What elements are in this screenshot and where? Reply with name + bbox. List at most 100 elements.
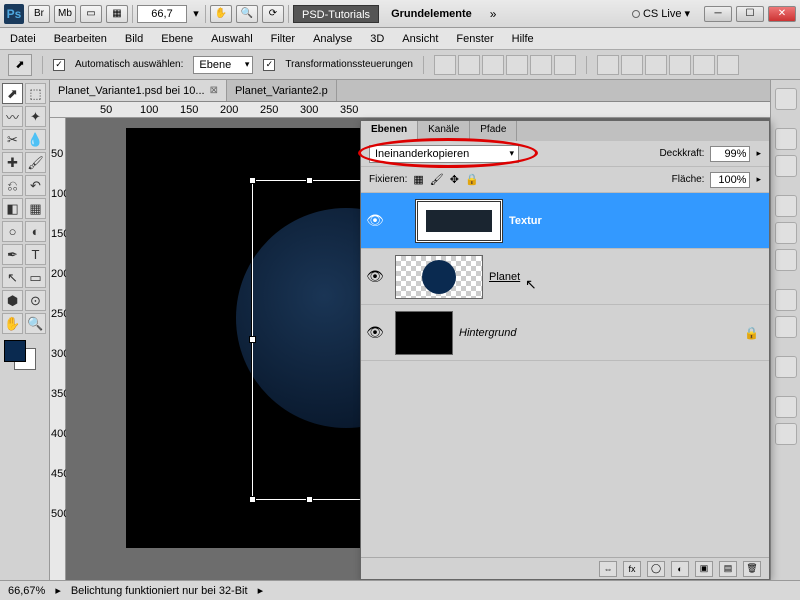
dodge-tool[interactable]: ◐	[25, 221, 46, 242]
layer-thumb[interactable]	[415, 199, 503, 243]
doc-tab-1[interactable]: Planet_Variante1.psd bei 10...⊠	[50, 80, 227, 101]
dock-icon[interactable]	[775, 396, 797, 418]
screen-mode-button[interactable]: ▭	[80, 5, 102, 23]
dock-icon[interactable]	[775, 195, 797, 217]
menu-file[interactable]: Datei	[10, 33, 36, 45]
zoom-field[interactable]: 66,7	[137, 5, 187, 23]
color-swatches[interactable]	[2, 340, 46, 370]
dist-btn[interactable]	[669, 55, 691, 75]
layer-row[interactable]: 👁 Planet	[361, 249, 769, 305]
close-tab-icon[interactable]: ⊠	[210, 85, 218, 96]
align-btn[interactable]	[506, 55, 528, 75]
menu-filter[interactable]: Filter	[271, 33, 295, 45]
status-zoom[interactable]: 66,67%	[8, 585, 45, 597]
blur-tool[interactable]: ○	[2, 221, 23, 242]
menu-layer[interactable]: Ebene	[161, 33, 193, 45]
menu-3d[interactable]: 3D	[370, 33, 384, 45]
group-icon[interactable]: ▣	[695, 561, 713, 577]
dist-btn[interactable]	[597, 55, 619, 75]
wand-tool[interactable]: ✦	[25, 106, 46, 127]
adjustment-icon[interactable]: ◐	[671, 561, 689, 577]
align-btn[interactable]	[434, 55, 456, 75]
layer-thumb[interactable]	[395, 255, 483, 299]
dock-icon[interactable]	[775, 222, 797, 244]
menu-view[interactable]: Ansicht	[402, 33, 438, 45]
workspace-preset[interactable]: PSD-Tutorials	[293, 5, 379, 23]
layer-name[interactable]: Textur	[509, 215, 542, 227]
opacity-field[interactable]: 99%	[710, 146, 750, 162]
layer-thumb[interactable]	[395, 311, 453, 355]
new-layer-icon[interactable]: ▤	[719, 561, 737, 577]
arrange-button[interactable]: ▦	[106, 5, 128, 23]
opacity-slider-icon[interactable]: ▸	[756, 148, 761, 159]
dock-icon[interactable]	[775, 155, 797, 177]
align-btn[interactable]	[554, 55, 576, 75]
eyedropper-tool[interactable]: 💧	[25, 129, 46, 150]
layer-name[interactable]: Planet	[489, 271, 520, 283]
fill-field[interactable]: 100%	[710, 172, 750, 188]
marquee-tool[interactable]: ⬚	[25, 83, 46, 104]
3d-camera-tool[interactable]: ⊙	[25, 290, 46, 311]
shape-tool[interactable]: ▭	[25, 267, 46, 288]
hand-tool-button[interactable]: ✋	[210, 5, 232, 23]
blend-mode-select[interactable]: Ineinanderkopieren	[369, 145, 519, 163]
menu-edit[interactable]: Bearbeiten	[54, 33, 107, 45]
maximize-button[interactable]: ☐	[736, 6, 764, 22]
minimize-button[interactable]: ─	[704, 6, 732, 22]
mask-icon[interactable]: ◯	[647, 561, 665, 577]
type-tool[interactable]: T	[25, 244, 46, 265]
visibility-icon[interactable]: 👁	[361, 268, 389, 285]
dock-icon[interactable]	[775, 289, 797, 311]
dist-btn[interactable]	[621, 55, 643, 75]
workspace-more[interactable]: »	[484, 7, 503, 21]
zoom-tool-button[interactable]: 🔍	[236, 5, 258, 23]
dock-icon[interactable]	[775, 128, 797, 150]
layer-name[interactable]: Hintergrund	[459, 327, 516, 339]
doc-tab-2[interactable]: Planet_Variante2.p	[227, 80, 337, 101]
cslive-label[interactable]: CS Live	[643, 8, 682, 20]
hand-tool[interactable]: ✋	[2, 313, 23, 334]
align-btn[interactable]	[530, 55, 552, 75]
dock-icon[interactable]	[775, 423, 797, 445]
visibility-icon[interactable]: 👁	[361, 212, 389, 229]
lock-position-icon[interactable]: ✥	[450, 173, 459, 186]
brush-tool[interactable]: 🖌	[25, 152, 46, 173]
layer-row[interactable]: 👁 Textur	[361, 193, 769, 249]
layer-row[interactable]: 👁 Hintergrund 🔒	[361, 305, 769, 361]
visibility-icon[interactable]: 👁	[361, 324, 389, 341]
transform-checkbox[interactable]: ✓	[263, 59, 275, 71]
gradient-tool[interactable]: ▦	[25, 198, 46, 219]
fg-color[interactable]	[4, 340, 26, 362]
stamp-tool[interactable]: ⎌	[2, 175, 23, 196]
auto-select-target[interactable]: Ebene	[193, 56, 253, 74]
tab-layers[interactable]: Ebenen	[361, 121, 418, 141]
zoom-dropdown[interactable]: ▾	[191, 7, 201, 20]
lasso-tool[interactable]: 〰	[2, 106, 23, 127]
move-tool[interactable]: ⬈	[2, 83, 23, 104]
dist-btn[interactable]	[717, 55, 739, 75]
pen-tool[interactable]: ✒	[2, 244, 23, 265]
bridge-button[interactable]: Br	[28, 5, 50, 23]
move-tool-indicator[interactable]: ⬈	[8, 54, 32, 76]
3d-tool[interactable]: ⬢	[2, 290, 23, 311]
tab-channels[interactable]: Kanäle	[418, 121, 470, 141]
lock-transparency-icon[interactable]: ▦	[413, 173, 423, 186]
menu-image[interactable]: Bild	[125, 33, 143, 45]
menu-analysis[interactable]: Analyse	[313, 33, 352, 45]
menu-window[interactable]: Fenster	[456, 33, 493, 45]
dock-icon[interactable]	[775, 249, 797, 271]
lock-pixels-icon[interactable]: 🖌	[430, 173, 444, 186]
history-brush-tool[interactable]: ↶	[25, 175, 46, 196]
align-btn[interactable]	[482, 55, 504, 75]
dock-icon[interactable]	[775, 356, 797, 378]
dist-btn[interactable]	[693, 55, 715, 75]
dock-icon[interactable]	[775, 88, 797, 110]
zoom-tool[interactable]: 🔍	[25, 313, 46, 334]
heal-tool[interactable]: ✚	[2, 152, 23, 173]
menu-help[interactable]: Hilfe	[512, 33, 534, 45]
minibridge-button[interactable]: Mb	[54, 5, 76, 23]
dock-icon[interactable]	[775, 316, 797, 338]
link-layers-icon[interactable]: ⇔	[599, 561, 617, 577]
close-button[interactable]: ✕	[768, 6, 796, 22]
align-btn[interactable]	[458, 55, 480, 75]
